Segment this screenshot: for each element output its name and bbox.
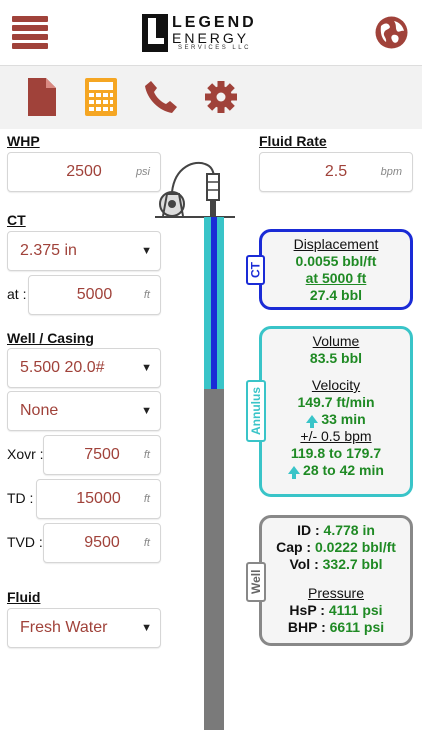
range-header: +/- 0.5 bpm — [300, 428, 372, 444]
volume-header: Volume — [312, 333, 360, 349]
fluid-label: Fluid — [7, 589, 41, 605]
ct-reel-icon — [155, 161, 235, 218]
ct-string — [211, 217, 217, 389]
up-arrow-icon — [306, 415, 319, 428]
ct-displacement-panel: Displacement 0.0055 bbl/ft at 5000 ft 27… — [259, 229, 413, 310]
tvd-label: TVD : — [7, 534, 43, 550]
toolbar — [0, 66, 422, 129]
fluid-rate-unit: bpm — [380, 166, 402, 178]
cap-label: Cap : — [276, 539, 315, 555]
td-value: 15000 — [76, 490, 121, 507]
displacement-volume: 27.4 bbl — [309, 287, 363, 303]
xovr-label: Xovr : — [7, 446, 44, 462]
top-bar: LEGEND ENERGY SERVICES LLC — [0, 0, 422, 66]
cap-value: 0.0222 bbl/ft — [314, 539, 396, 555]
displacement-value: 0.0055 bbl/ft — [295, 253, 377, 269]
phone-icon[interactable] — [144, 78, 178, 116]
tvd-input[interactable]: 9500 ft — [43, 523, 161, 563]
caret-down-icon: ▼ — [141, 405, 152, 417]
displacement-header: Displacement — [293, 236, 379, 252]
range-value: 119.8 to 179.7 — [290, 445, 382, 461]
hsp-label: HsP : — [289, 602, 329, 618]
xovr-value: 7500 — [84, 446, 120, 463]
velocity-value: 149.7 ft/min — [297, 394, 375, 410]
whp-label: WHP — [7, 133, 40, 149]
hsp-value: 4111 psi — [328, 602, 383, 618]
pressure-header: Pressure — [307, 585, 365, 601]
td-unit: ft — [143, 493, 150, 505]
ct-at-label: at : — [7, 286, 27, 302]
liner-select[interactable]: None ▼ — [7, 391, 161, 431]
velocity-time: 33 min — [321, 411, 366, 427]
caret-down-icon: ▼ — [141, 362, 152, 374]
calculator-icon[interactable] — [84, 78, 118, 116]
wellbore-diagram — [155, 161, 235, 730]
velocity-header: Velocity — [311, 377, 361, 393]
ct-label: CT — [7, 212, 26, 228]
xovr-unit: ft — [143, 449, 150, 461]
annulus-tag: Annulus — [246, 380, 266, 442]
caret-down-icon: ▼ — [141, 245, 152, 257]
caret-down-icon: ▼ — [141, 622, 152, 634]
ct-size-value: 2.375 in — [20, 242, 77, 259]
gear-icon[interactable] — [204, 78, 238, 116]
up-arrow-icon — [288, 466, 301, 479]
casing-value: 5.500 20.0# — [20, 359, 105, 376]
fluid-value: Fresh Water — [20, 619, 108, 636]
bhp-value: 6611 psi — [329, 619, 385, 635]
vol-label: Vol : — [289, 556, 323, 572]
bhp-label: BHP : — [287, 619, 330, 635]
whp-input[interactable]: 2500 psi — [7, 152, 161, 192]
logo-line-3: SERVICES LLC — [178, 45, 251, 51]
td-label: TD : — [7, 490, 34, 506]
ct-depth-value: 5000 — [76, 286, 113, 303]
ct-tag: CT — [246, 255, 265, 285]
liner-value: None — [20, 402, 59, 419]
logo-line-2: ENERGY — [172, 30, 250, 46]
tvd-value: 9500 — [84, 534, 120, 551]
xovr-input[interactable]: 7500 ft — [43, 435, 161, 475]
vol-value: 332.7 bbl — [322, 556, 383, 572]
id-label: ID : — [297, 522, 324, 538]
menu-icon[interactable] — [12, 16, 48, 50]
whp-unit: psi — [135, 166, 150, 178]
ct-size-select[interactable]: 2.375 in ▼ — [7, 231, 161, 271]
fluid-rate-input[interactable]: 2.5 bpm — [259, 152, 413, 192]
displacement-depth: at 5000 ft — [305, 270, 367, 286]
id-value: 4.778 in — [323, 522, 375, 538]
logo: LEGEND ENERGY SERVICES LLC — [142, 14, 282, 54]
well-panel: ID : 4.778 in Cap : 0.0222 bbl/ft Vol : … — [259, 515, 413, 646]
logo-mark-icon — [142, 14, 168, 52]
td-input[interactable]: 15000 ft — [36, 479, 161, 519]
ct-depth-input[interactable]: 5000 ft — [28, 275, 161, 315]
document-icon[interactable] — [24, 78, 58, 116]
fluid-rate-label: Fluid Rate — [259, 133, 327, 149]
well-casing-label: Well / Casing — [7, 330, 94, 346]
ct-depth-unit: ft — [143, 289, 150, 301]
annulus-panel: Volume 83.5 bbl Velocity 149.7 ft/min 33… — [259, 326, 413, 497]
globe-icon[interactable] — [375, 16, 408, 49]
fluid-select[interactable]: Fresh Water ▼ — [7, 608, 161, 648]
tvd-unit: ft — [143, 537, 150, 549]
casing-select[interactable]: 5.500 20.0# ▼ — [7, 348, 161, 388]
well-tag: Well — [246, 562, 266, 602]
volume-value: 83.5 bbl — [309, 350, 363, 366]
range-time: 28 to 42 min — [303, 462, 384, 478]
